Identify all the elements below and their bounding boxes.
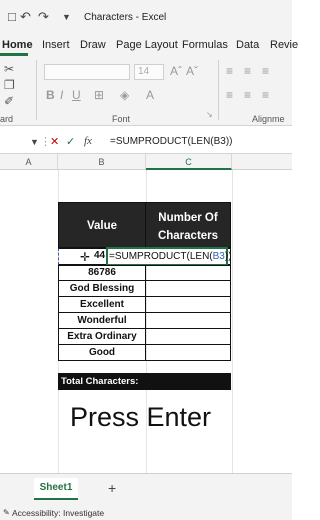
align-center-icon[interactable]: ≡	[244, 88, 251, 102]
ribbon-tabs: Home Insert Draw Page Layout Formulas Da…	[0, 34, 298, 56]
window-title: Characters - Excel	[84, 12, 167, 23]
table-row[interactable]: Excellent	[58, 296, 146, 313]
ribbon-separator	[218, 60, 219, 120]
align-top-icon[interactable]: ≡	[226, 64, 233, 78]
column-header-c[interactable]: C	[146, 154, 232, 170]
add-sheet-button[interactable]: +	[108, 480, 116, 496]
column-headers: A B C	[0, 154, 292, 170]
save-icon[interactable]: □	[8, 9, 16, 24]
copy-icon[interactable]: ❐	[4, 78, 15, 92]
font-group-label: Font	[112, 114, 131, 124]
cell-editor-text: =SUMPRODUCT(LEN(B3))	[109, 251, 232, 262]
title-bar: □ ↶ ↷ ▼ Characters - Excel	[0, 0, 292, 34]
font-color-icon[interactable]: A	[146, 88, 154, 102]
redo-icon[interactable]: ↷	[38, 9, 49, 25]
font-name-box[interactable]	[44, 64, 130, 80]
total-value-cell[interactable]	[146, 373, 231, 390]
worksheet-grid[interactable]: Value Number Of Characters ✛ 44 =SUMPROD…	[0, 170, 292, 473]
status-bar: ✎ Accessibility: Investigate	[0, 507, 292, 520]
tab-draw[interactable]: Draw	[80, 39, 106, 51]
ribbon-separator	[36, 60, 37, 120]
clipboard-group-label: ard	[0, 114, 14, 124]
sheet-tab-sheet1[interactable]: Sheet1	[34, 478, 78, 500]
accessibility-icon[interactable]: ✎	[3, 508, 10, 517]
align-left-icon[interactable]: ≡	[226, 88, 233, 102]
increase-font-icon[interactable]: Aˆ	[170, 64, 182, 78]
accessibility-status[interactable]: Accessibility: Investigate	[12, 508, 104, 518]
italic-icon[interactable]: I	[60, 88, 63, 102]
table-row[interactable]	[145, 265, 231, 281]
table-row[interactable]: God Blessing	[58, 280, 146, 297]
enter-icon[interactable]: ✓	[66, 135, 75, 148]
font-dialog-launcher-icon[interactable]: ↘	[206, 110, 213, 119]
underline-icon[interactable]: U	[72, 88, 81, 102]
fill-color-icon[interactable]: ◈	[120, 88, 129, 102]
undo-icon[interactable]: ↶	[20, 9, 31, 25]
align-right-icon[interactable]: ≡	[262, 88, 269, 102]
header-line: Characters	[157, 230, 219, 242]
font-size-box[interactable]: 14	[134, 64, 164, 80]
ribbon: ✂ ❐ ✐ ard 14 Aˆ Aˇ B I U ⊞ ◈ A Font ↘ ≡ …	[0, 56, 292, 126]
column-header-a[interactable]: A	[0, 154, 58, 170]
borders-icon[interactable]: ⊞	[94, 88, 104, 102]
table-row[interactable]: 86786	[58, 265, 146, 281]
decrease-font-icon[interactable]: Aˇ	[186, 64, 198, 78]
table-header-characters[interactable]: Number Of Characters	[145, 202, 231, 248]
align-middle-icon[interactable]: ≡	[244, 64, 251, 78]
quick-access-dropdown-icon[interactable]: ▼	[62, 12, 71, 22]
cancel-icon[interactable]: ✕	[50, 135, 59, 148]
insert-function-icon[interactable]: fx	[84, 135, 92, 147]
table-header-value[interactable]: Value	[58, 202, 146, 248]
table-row[interactable]	[145, 280, 231, 297]
sheet-tab-bar: Sheet1 +	[0, 473, 292, 507]
alignment-group-label: Alignme	[252, 114, 285, 124]
gridline	[232, 170, 233, 473]
tab-data[interactable]: Data	[236, 39, 259, 51]
align-bottom-icon[interactable]: ≡	[262, 64, 269, 78]
formula-ref: B3	[212, 251, 225, 262]
name-box-dropdown-icon[interactable]: ▼	[30, 137, 39, 147]
table-row[interactable]	[145, 344, 231, 361]
cell-value: 44	[94, 250, 106, 261]
formula-input[interactable]: =SUMPRODUCT(LEN(B3))	[110, 136, 233, 147]
cell-editor[interactable]: =SUMPRODUCT(LEN(B3))	[106, 247, 232, 266]
cut-icon[interactable]: ✂	[4, 62, 14, 76]
table-row[interactable]: Extra Ordinary	[58, 328, 146, 345]
table-row[interactable]: Wonderful	[58, 312, 146, 329]
table-row[interactable]: Good	[58, 344, 146, 361]
formula-text: =SUMPRODUCT(LEN(	[109, 251, 213, 262]
tab-insert[interactable]: Insert	[42, 39, 70, 51]
column-header-b[interactable]: B	[58, 154, 146, 170]
overlay-caption: Press Enter	[70, 402, 212, 432]
table-row[interactable]	[145, 296, 231, 313]
formula-text: ))	[224, 251, 232, 262]
font-size-value: 14	[138, 66, 150, 77]
bold-icon[interactable]: B	[46, 88, 55, 102]
format-painter-icon[interactable]: ✐	[4, 94, 14, 108]
tab-home[interactable]: Home	[2, 39, 33, 51]
cell-cursor-icon: ✛	[80, 250, 91, 264]
table-row[interactable]	[145, 328, 231, 345]
tab-formulas[interactable]: Formulas	[182, 39, 228, 51]
table-row[interactable]	[145, 312, 231, 329]
header-line: Number Of	[158, 212, 218, 224]
tab-page-layout[interactable]: Page Layout	[116, 39, 178, 51]
total-label[interactable]: Total Characters:	[58, 373, 146, 390]
tab-review[interactable]: Revie	[270, 39, 298, 51]
formula-bar: ▼ ⋮ ✕ ✓ fx =SUMPRODUCT(LEN(B3))	[0, 130, 292, 154]
